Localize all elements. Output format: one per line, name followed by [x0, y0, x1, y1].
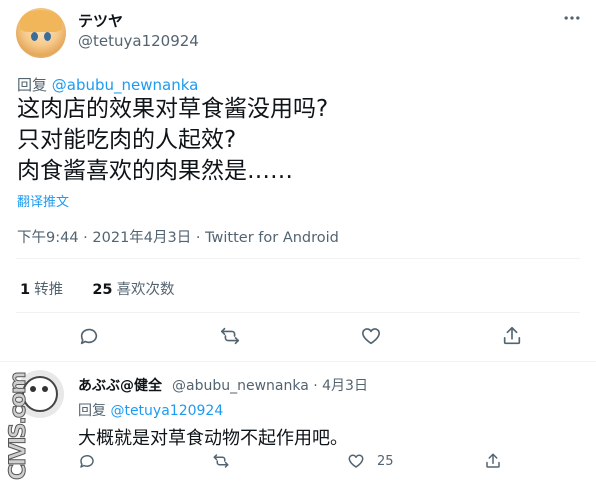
reply-text: 大概就是对草食动物不起作用吧。 — [78, 428, 348, 449]
like-stat[interactable]: 25 喜欢次数 — [92, 282, 174, 298]
retweet-label: 转推 — [34, 282, 64, 298]
more-icon[interactable] — [562, 8, 582, 28]
like-icon[interactable] — [360, 325, 382, 347]
translate-link[interactable]: 翻译推文 — [17, 191, 69, 210]
watermark: CIVIS.com — [6, 373, 32, 481]
divider — [16, 312, 580, 313]
reply-handle-date[interactable]: @abubu_newnanka · 4月3日 — [172, 375, 368, 395]
divider — [16, 258, 580, 259]
reply-icon[interactable] — [78, 452, 96, 470]
avatar-eye-right — [44, 32, 51, 41]
avatar-eye-left — [31, 32, 38, 41]
reply-display-name[interactable]: あぶぶ@健全 — [78, 375, 162, 395]
reply-to-link[interactable]: @tetuya120924 — [110, 403, 223, 419]
reply-like-count: 25 — [377, 454, 394, 469]
reply-icon[interactable] — [78, 325, 100, 347]
reply-prefix: 回复 — [17, 76, 48, 94]
retweet-icon[interactable] — [219, 325, 241, 347]
like-icon[interactable] — [347, 452, 365, 470]
reply-context: 回复 @abubu_newnanka — [17, 74, 198, 95]
like-count: 25 — [92, 282, 113, 298]
share-icon[interactable] — [484, 452, 502, 470]
tweet-stats: 1 转推 25 喜欢次数 — [20, 278, 175, 299]
tweet-text: 这肉店的效果对草食酱没用吗? 只对能吃肉的人起效? 肉食酱喜欢的肉果然是…… — [17, 96, 329, 184]
avatar[interactable] — [16, 8, 66, 58]
display-name[interactable]: テツヤ — [78, 10, 123, 31]
reply-tweet[interactable]: あぶぶ@健全 @abubu_newnanka · 4月3日 回复 @tetuya… — [0, 362, 596, 482]
tweet-timestamp[interactable]: 下午9:44 · 2021年4月3日 · Twitter for Android — [17, 226, 339, 247]
main-tweet: テツヤ @tetuya120924 回复 @abubu_newnanka 这肉店… — [0, 0, 596, 362]
reply-avatar-eye-right — [42, 386, 48, 392]
avatar-hair — [20, 10, 62, 32]
reply-context: 回复 @tetuya120924 — [78, 400, 223, 420]
reply-prefix: 回复 — [78, 403, 106, 419]
retweet-count: 1 — [20, 282, 31, 298]
retweet-icon[interactable] — [212, 452, 230, 470]
like-label: 喜欢次数 — [116, 282, 175, 298]
user-handle[interactable]: @tetuya120924 — [78, 32, 199, 50]
reply-to-link[interactable]: @abubu_newnanka — [52, 76, 199, 94]
share-icon[interactable] — [501, 325, 523, 347]
retweet-stat[interactable]: 1 转推 — [20, 282, 63, 298]
